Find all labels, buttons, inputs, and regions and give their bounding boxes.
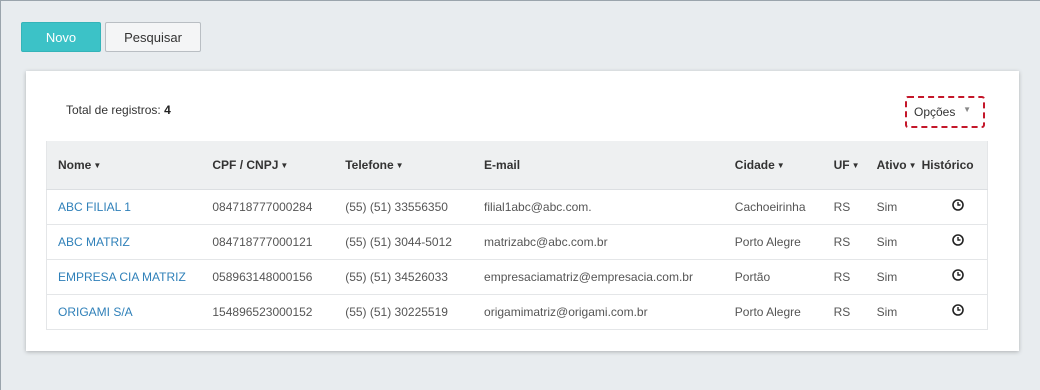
- options-label: Opções: [914, 105, 956, 119]
- cell-ativo: Sim: [865, 293, 918, 330]
- clock-icon[interactable]: [951, 198, 965, 212]
- triangle-down-icon: ▼: [963, 105, 971, 114]
- cell-nome[interactable]: ABC FILIAL 1: [46, 188, 202, 224]
- table-row: ABC MATRIZ 084718777000121 (55) (51) 304…: [46, 223, 988, 259]
- search-button[interactable]: Pesquisar: [105, 22, 201, 52]
- cell-historico: [917, 293, 988, 330]
- table-header-row: Nome ▼ CPF / CNPJ ▼ Telefone ▼ E-mail Cidad…: [46, 141, 988, 190]
- table-row: ABC FILIAL 1 084718777000284 (55) (51) 3…: [46, 188, 988, 224]
- cell-telefone: (55) (51) 30225519: [334, 293, 474, 330]
- clock-icon[interactable]: [951, 268, 965, 282]
- cell-cidade: Cachoeirinha: [723, 188, 823, 224]
- cell-uf: RS: [822, 188, 866, 224]
- cell-historico: [917, 188, 988, 224]
- cell-ativo: Sim: [865, 258, 918, 294]
- cell-nome[interactable]: ABC MATRIZ: [46, 223, 202, 259]
- caret-down-icon: ▼: [908, 160, 917, 170]
- cell-cidade: Portão: [723, 258, 823, 294]
- record-link[interactable]: ABC FILIAL 1: [58, 200, 131, 214]
- cell-telefone: (55) (51) 3044-5012: [334, 223, 474, 259]
- options-dropdown[interactable]: Opções ▼: [905, 96, 985, 128]
- caret-down-icon: ▼: [395, 160, 404, 170]
- caret-down-icon: ▼: [776, 160, 785, 170]
- cell-cpf: 058963148000156: [201, 258, 335, 294]
- cell-historico: [917, 258, 988, 294]
- cell-email: empresaciamatriz@empresacia.com.br: [473, 258, 724, 294]
- col-header-nome[interactable]: Nome ▼: [46, 141, 202, 190]
- col-header-email: E-mail: [473, 141, 724, 190]
- col-header-uf[interactable]: UF ▼: [822, 141, 866, 190]
- col-header-telefone[interactable]: Telefone ▼: [334, 141, 474, 190]
- new-button[interactable]: Novo: [21, 22, 101, 52]
- cell-email: matrizabc@abc.com.br: [473, 223, 724, 259]
- record-link[interactable]: EMPRESA CIA MATRIZ: [58, 270, 186, 284]
- cell-telefone: (55) (51) 33556350: [334, 188, 474, 224]
- cell-historico: [917, 223, 988, 259]
- caret-down-icon: ▼: [93, 160, 102, 170]
- cell-cidade: Porto Alegre: [723, 293, 823, 330]
- cell-uf: RS: [822, 223, 866, 259]
- clock-icon[interactable]: [951, 303, 965, 317]
- cell-email: origamimatriz@origami.com.br: [473, 293, 724, 330]
- clock-icon[interactable]: [951, 233, 965, 247]
- total-records-value: 4: [164, 103, 171, 117]
- cell-cidade: Porto Alegre: [723, 223, 823, 259]
- total-records: Total de registros: 4: [66, 103, 171, 117]
- cell-cpf: 084718777000121: [201, 223, 335, 259]
- cell-cpf: 084718777000284: [201, 188, 335, 224]
- cell-email: filial1abc@abc.com.: [473, 188, 724, 224]
- cell-nome[interactable]: EMPRESA CIA MATRIZ: [46, 258, 202, 294]
- records-table: Nome ▼ CPF / CNPJ ▼ Telefone ▼ E-mail Cidad…: [46, 141, 988, 330]
- cell-cpf: 154896523000152: [201, 293, 335, 330]
- caret-down-icon: ▼: [280, 160, 289, 170]
- record-link[interactable]: ORIGAMI S/A: [58, 305, 133, 319]
- results-panel: Total de registros: 4 Opções ▼ Nome ▼ CPF…: [26, 71, 1019, 351]
- cell-ativo: Sim: [865, 223, 918, 259]
- cell-nome[interactable]: ORIGAMI S/A: [46, 293, 202, 330]
- col-header-cidade[interactable]: Cidade ▼: [723, 141, 823, 190]
- table-row: ORIGAMI S/A 154896523000152 (55) (51) 30…: [46, 293, 988, 330]
- col-header-cpf[interactable]: CPF / CNPJ ▼: [201, 141, 335, 190]
- cell-telefone: (55) (51) 34526033: [334, 258, 474, 294]
- table-row: EMPRESA CIA MATRIZ 058963148000156 (55) …: [46, 258, 988, 294]
- cell-uf: RS: [822, 293, 866, 330]
- record-link[interactable]: ABC MATRIZ: [58, 235, 130, 249]
- cell-uf: RS: [822, 258, 866, 294]
- col-header-historico: Histórico: [917, 141, 988, 190]
- caret-down-icon: ▼: [851, 160, 860, 170]
- toolbar: Novo Pesquisar: [21, 22, 201, 52]
- total-records-label: Total de registros:: [66, 103, 161, 117]
- cell-ativo: Sim: [865, 188, 918, 224]
- col-header-ativo[interactable]: Ativo ▼: [865, 141, 918, 190]
